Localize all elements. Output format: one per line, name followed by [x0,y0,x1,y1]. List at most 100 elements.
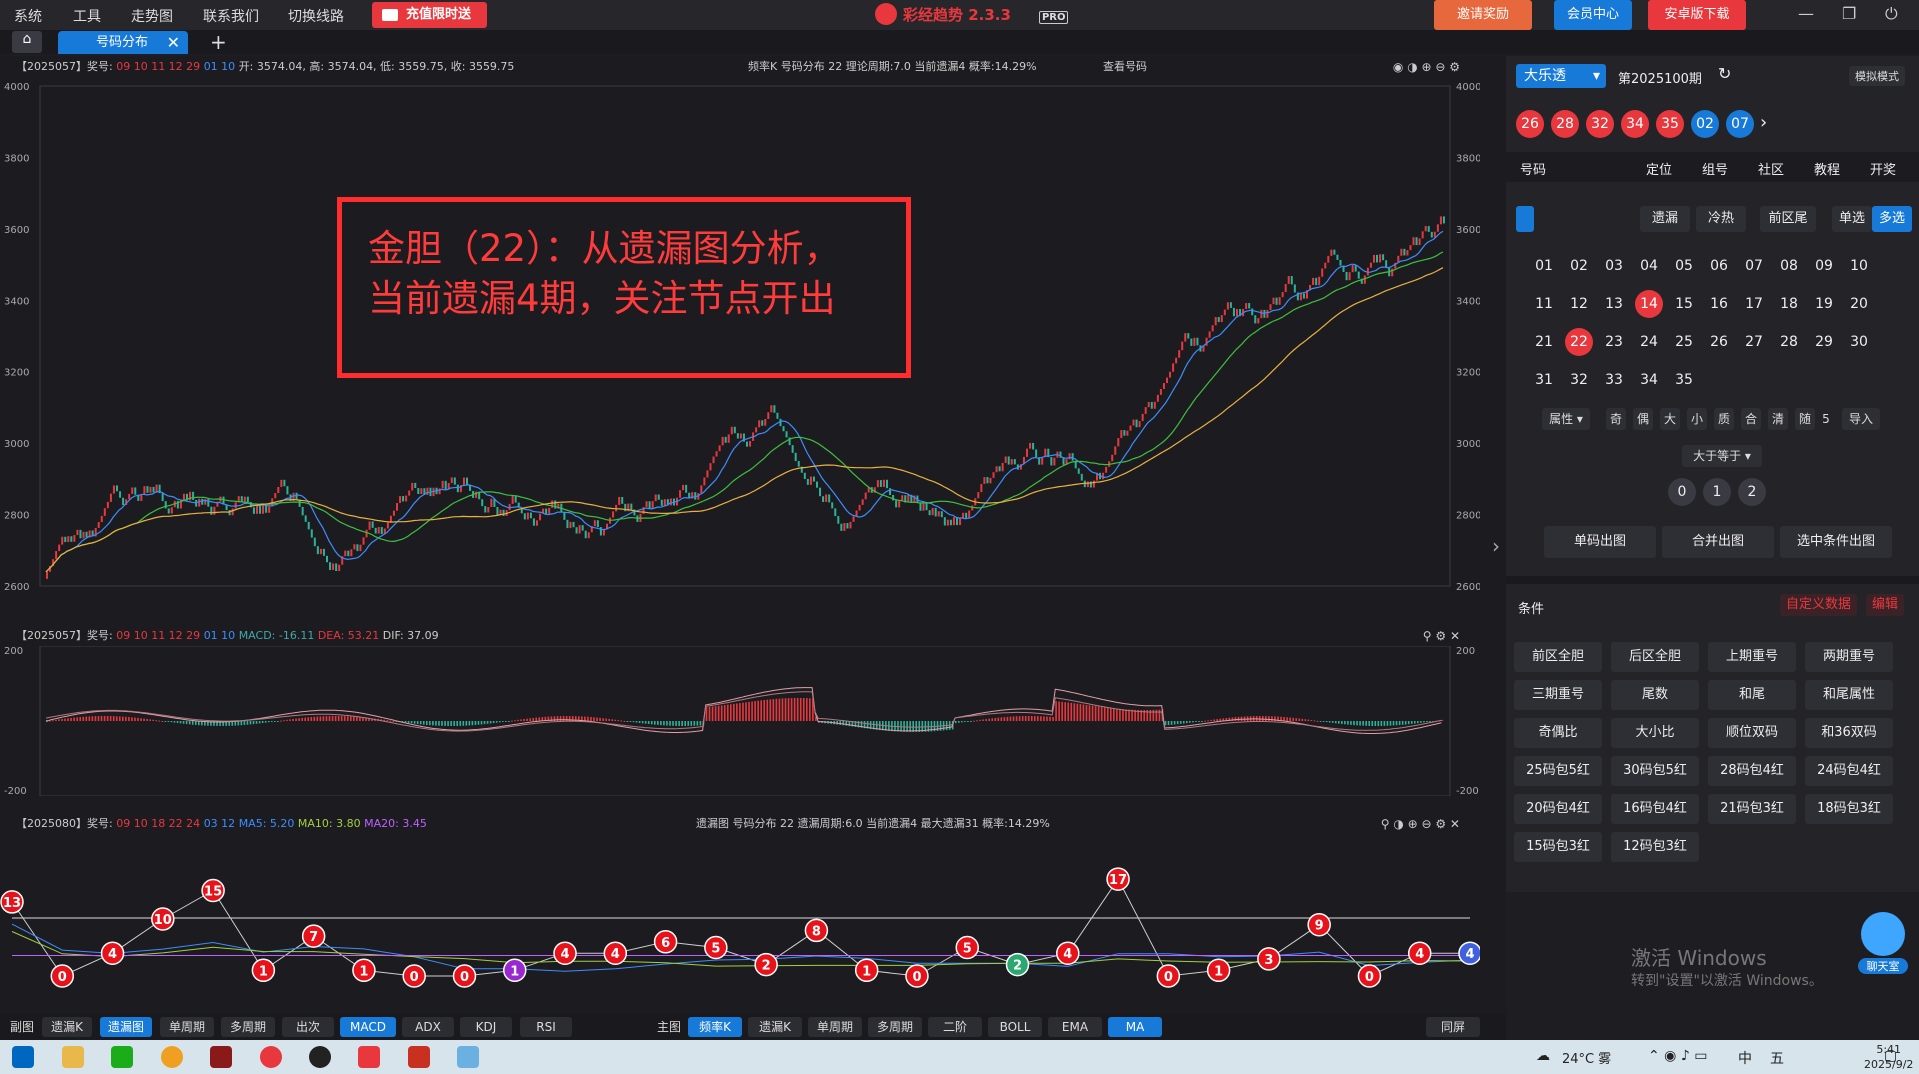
attr-random[interactable]: 随 [1795,408,1815,430]
number-28[interactable]: 28 [1775,328,1803,356]
number-26[interactable]: 26 [1705,328,1733,356]
refresh-icon[interactable]: ↻ [1718,64,1731,83]
power-icon[interactable]: ⏻ [1885,4,1898,24]
number-12[interactable]: 12 [1565,290,1593,318]
condition-button[interactable]: 大小比 [1611,718,1699,748]
main-freq-k[interactable]: 频率K [688,1017,742,1037]
single-chart-button[interactable]: 单码出图 [1544,526,1656,558]
condition-button[interactable]: 和36双码 [1805,718,1893,748]
main-second-order[interactable]: 二阶 [928,1017,982,1037]
home-icon[interactable]: ⌂ [12,31,42,53]
condition-button[interactable]: 三期重号 [1514,680,1602,710]
weather-text[interactable]: 24°C 雾 [1562,1048,1611,1067]
android-download-button[interactable]: 安卓版下载 [1648,0,1746,30]
macd-chart[interactable]: 200 200 -200 -200 [0,646,1480,796]
edit-button[interactable]: 编辑 [1866,594,1905,616]
number-31[interactable]: 31 [1530,366,1558,394]
sub-count[interactable]: 出次 [282,1017,334,1037]
miss-chart[interactable]: 13041015171 0 0 14 46 5281 0524170 13904 4 [0,834,1480,1012]
condition-button[interactable]: 15码包3红 [1514,832,1602,862]
app-icon[interactable] [210,1046,232,1068]
attr-composite[interactable]: 合 [1741,408,1761,430]
condition-button[interactable]: 奇偶比 [1514,718,1602,748]
number-25[interactable]: 25 [1670,328,1698,356]
condition-button[interactable]: 后区全胆 [1611,642,1699,672]
caijing-app-icon[interactable] [260,1046,282,1068]
number-17[interactable]: 17 [1740,290,1768,318]
add-tab-button[interactable]: + [210,30,227,54]
main-ma[interactable]: MA [1108,1017,1162,1037]
random-count[interactable]: 5 [1818,408,1834,430]
main-miss-k[interactable]: 遗漏K [748,1017,802,1037]
merge-chart-button[interactable]: 合并出图 [1662,526,1774,558]
sub-miss-k[interactable]: 遗漏K [42,1017,92,1037]
menu-tools[interactable]: 工具 [73,6,101,26]
condition-button[interactable]: 顺位双码 [1708,718,1796,748]
notification-icon[interactable]: ▢ [1884,1048,1897,1064]
number-29[interactable]: 29 [1810,328,1838,356]
tab-tutorial[interactable]: 教程 [1814,159,1840,178]
condition-button[interactable]: 两期重号 [1805,642,1893,672]
tray-icons[interactable]: ⌃ ◉ ♪ ▭ [1648,1048,1707,1064]
count-0[interactable]: 0 [1668,478,1696,506]
condition-button[interactable]: 尾数 [1611,680,1699,710]
tab-draw[interactable]: 开奖 [1870,159,1896,178]
sub-single-period[interactable]: 单周期 [160,1017,214,1037]
minimize-icon[interactable]: — [1798,4,1814,23]
number-13[interactable]: 13 [1600,290,1628,318]
app2-icon[interactable] [408,1046,430,1068]
promo-button[interactable]: 充值限时送 [372,2,487,28]
sub-rsi[interactable]: RSI [520,1017,572,1037]
condition-button[interactable]: 和尾属性 [1805,680,1893,710]
macd-tools-icon[interactable]: ⚲ ⚙ ✕ [1423,626,1460,646]
main-ema[interactable]: EMA [1048,1017,1102,1037]
attr-small[interactable]: 小 [1687,408,1707,430]
sub-macd[interactable]: MACD [340,1017,396,1037]
sub-multi-period[interactable]: 多周期 [221,1017,275,1037]
chat-room-button[interactable]: 聊天室 [1858,912,1908,982]
number-01[interactable]: 01 [1530,252,1558,280]
sub-miss-chart[interactable]: 遗漏图 [100,1017,152,1037]
attr-select[interactable]: 属性 ▾ [1542,408,1590,430]
attr-odd[interactable]: 奇 [1606,408,1626,430]
number-27[interactable]: 27 [1740,328,1768,356]
lottery-select[interactable]: 大乐透 ▾ [1516,64,1606,88]
condition-button[interactable]: 30码包5红 [1611,756,1699,786]
number-16[interactable]: 16 [1705,290,1733,318]
tab-group[interactable]: 组号 [1702,159,1728,178]
collapse-arrow-icon[interactable]: › [1492,534,1500,558]
number-20[interactable]: 20 [1845,290,1873,318]
tab-community[interactable]: 社区 [1758,159,1784,178]
main-single-period[interactable]: 单周期 [808,1017,862,1037]
condition-button[interactable]: 24码包4红 [1805,756,1893,786]
weather-icon[interactable]: ☁ [1536,1048,1550,1064]
subtab-single[interactable]: 单选 [1832,206,1872,232]
number-22[interactable]: 22 [1565,328,1593,356]
condition-button[interactable]: 25码包5红 [1514,756,1602,786]
close-icon[interactable]: ✕ [167,31,180,54]
number-14[interactable]: 14 [1635,290,1663,318]
condition-button[interactable]: 和尾 [1708,680,1796,710]
number-23[interactable]: 23 [1600,328,1628,356]
number-32[interactable]: 32 [1565,366,1593,394]
subtab-first[interactable] [1516,206,1534,232]
number-11[interactable]: 11 [1530,290,1558,318]
selected-condition-chart-button[interactable]: 选中条件出图 [1780,526,1892,558]
notes-icon[interactable] [457,1046,479,1068]
number-35[interactable]: 35 [1670,366,1698,394]
qq-icon[interactable] [309,1046,331,1068]
simulate-mode-button[interactable]: 模拟模式 [1849,66,1905,86]
condition-button[interactable]: 上期重号 [1708,642,1796,672]
number-21[interactable]: 21 [1530,328,1558,356]
count-2[interactable]: 2 [1738,478,1766,506]
tab-position[interactable]: 定位 [1646,159,1672,178]
sub-adx[interactable]: ADX [402,1017,454,1037]
panel-tools-icon[interactable]: ◉ ◑ ⊕ ⊖ ⚙ [1393,57,1460,77]
number-33[interactable]: 33 [1600,366,1628,394]
invite-button[interactable]: 邀请奖励 [1434,0,1532,30]
file-explorer-icon[interactable] [62,1046,84,1068]
condition-button[interactable]: 20码包4红 [1514,794,1602,824]
compare-select[interactable]: 大于等于 ▾ [1682,445,1762,467]
number-06[interactable]: 06 [1705,252,1733,280]
menu-trend[interactable]: 走势图 [131,6,173,26]
